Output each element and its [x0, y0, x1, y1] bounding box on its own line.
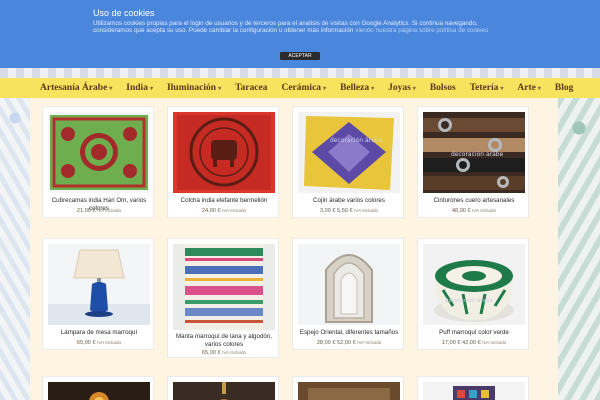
nav-item-label: Blog: [554, 83, 574, 93]
product-name[interactable]: Puff marroquí color verde: [420, 329, 528, 337]
nav-item-label: Iluminación: [166, 83, 217, 93]
vat-label: IVA Incluido: [97, 208, 122, 213]
right-tile-decoration: [558, 98, 600, 400]
chevron-down-icon: ▾: [412, 85, 416, 92]
product-card[interactable]: Espejo Oriental, diferentes tamaños 28,0…: [292, 238, 404, 350]
nav-item-label: Tetería: [469, 83, 499, 93]
product-image-belts[interactable]: decoración árabe: [423, 112, 525, 193]
product-card[interactable]: Cubrecamas india Hari Om, varios colores…: [42, 106, 154, 218]
chevron-down-icon: ▾: [109, 85, 113, 92]
product-image-table-lamp[interactable]: [48, 244, 150, 325]
product-price: 65,00 € IVA Incluido: [45, 340, 153, 346]
cookie-title: Uso de cookies: [93, 8, 155, 18]
product-card[interactable]: [417, 376, 529, 400]
product-image-cushion[interactable]: decoración árabe: [298, 112, 400, 193]
watermark-text: decoración árabe: [451, 151, 504, 158]
nav-item-label: Artesanía Árabe: [40, 83, 108, 93]
price-value: 48,00 €: [451, 208, 471, 214]
product-image-green-pouf[interactable]: decoración árabe: [423, 244, 525, 325]
chevron-down-icon: ▾: [323, 85, 327, 92]
nav-item-label: Taracea: [235, 83, 268, 93]
product-name[interactable]: Cojín árabe varios colores: [295, 197, 403, 205]
product-card[interactable]: decoración árabe Cojín árabe varios colo…: [292, 106, 404, 218]
nav-item-joyas[interactable]: Joyas ▾: [388, 83, 416, 93]
nav-item-label: India: [126, 83, 148, 93]
watermark-text: decoración árabe: [445, 297, 494, 304]
main-nav: Artesanía Árabe ▾ India ▾ Iluminación ▾ …: [0, 78, 600, 98]
nav-item-artesania-arabe[interactable]: Artesanía Árabe ▾: [40, 83, 112, 93]
nav-item-blog[interactable]: Blog: [555, 83, 573, 93]
header-decoration: [0, 68, 600, 78]
price-value: 3,00 € 5,50 €: [319, 208, 353, 214]
product-price: 21,00 € IVA Incluido: [45, 208, 153, 214]
vat-label: IVA Incluido: [97, 340, 122, 345]
product-price: 28,00 € 52,00 € IVA Incluido: [295, 340, 403, 346]
product-price: 65,00 € IVA Incluido: [170, 350, 278, 356]
product-image-elephant-bedspread[interactable]: [173, 112, 275, 193]
product-card[interactable]: [167, 376, 279, 400]
nav-item-bolsos[interactable]: Bolsos: [430, 83, 456, 93]
price-value: 28,00 € 52,00 €: [316, 340, 356, 346]
nav-item-india[interactable]: India ▾: [126, 83, 153, 93]
nav-item-label: Cerámica: [281, 83, 322, 93]
price-value: 21,00 €: [76, 208, 96, 214]
product-grid: Cubrecamas india Hari Om, varios colores…: [30, 98, 558, 400]
product-image-wool-blanket[interactable]: [173, 244, 275, 330]
nav-item-label: Joyas: [388, 83, 411, 93]
product-card[interactable]: [292, 376, 404, 400]
watermark-text: decoración árabe: [330, 137, 383, 144]
product-name[interactable]: Espejo Oriental, diferentes tamaños: [295, 329, 403, 337]
product-image-oriental-mirror[interactable]: [298, 244, 400, 325]
cookie-policy-link[interactable]: viendo nuestra página sobre política de …: [355, 27, 488, 34]
product-image-mosaic-tile[interactable]: [423, 382, 525, 400]
product-card[interactable]: [42, 376, 154, 400]
product-name[interactable]: Colcha india elefante bermellón: [170, 197, 278, 205]
price-value: 24,00 €: [201, 208, 221, 214]
product-card[interactable]: decoración árabe Cinturones cuero artesa…: [417, 106, 529, 218]
nav-item-teteria[interactable]: Tetería ▾: [470, 83, 504, 93]
vat-label: IVA Incluido: [354, 208, 379, 213]
product-image-lantern[interactable]: [48, 382, 150, 400]
product-card[interactable]: Lámpara de mesa marroquí 65,00 € IVA Inc…: [42, 238, 154, 350]
chevron-down-icon: ▾: [218, 85, 222, 92]
product-price: 48,00 € IVA Incluido: [420, 208, 528, 214]
product-card[interactable]: decoración árabe Puff marroquí color ver…: [417, 238, 529, 350]
nav-item-label: Bolsos: [429, 83, 456, 93]
nav-item-taracea[interactable]: Taracea: [235, 83, 267, 93]
nav-item-iluminacion[interactable]: Iluminación ▾: [167, 83, 221, 93]
left-tile-decoration: [0, 98, 30, 400]
product-price: 3,00 € 5,50 € IVA Incluido: [295, 208, 403, 214]
chevron-down-icon: ▾: [537, 85, 541, 92]
cookie-text: Utilizamos cookies propias para el login…: [93, 20, 513, 35]
nav-item-label: Arte: [517, 83, 536, 93]
nav-item-arte[interactable]: Arte ▾: [517, 83, 540, 93]
product-price: 17,00 € 42,00 € IVA Incluido: [420, 340, 528, 346]
nav-item-belleza[interactable]: Belleza ▾: [340, 83, 374, 93]
product-name[interactable]: Lámpara de mesa marroquí: [45, 329, 153, 337]
price-value: 65,00 €: [76, 340, 96, 346]
chevron-down-icon: ▾: [371, 85, 375, 92]
vat-label: IVA Incluido: [222, 350, 247, 355]
vat-label: IVA Incluido: [222, 208, 247, 213]
product-price: 24,00 € IVA Incluido: [170, 208, 278, 214]
nav-item-ceramica[interactable]: Cerámica ▾: [281, 83, 326, 93]
accept-cookies-button[interactable]: ACEPTAR: [280, 52, 320, 60]
nav-item-label: Belleza: [340, 83, 370, 93]
product-image-carved-wood[interactable]: [298, 382, 400, 400]
chevron-down-icon: ▾: [149, 85, 153, 92]
product-image-ceiling-lamp[interactable]: [173, 382, 275, 400]
vat-label: IVA Incluido: [482, 340, 507, 345]
price-value: 65,00 €: [201, 350, 221, 356]
product-image-bedspread-om[interactable]: [48, 112, 150, 193]
vat-label: IVA Incluido: [472, 208, 497, 213]
cookie-banner: Uso de cookies Utilizamos cookies propia…: [0, 0, 600, 68]
vat-label: IVA Incluido: [357, 340, 382, 345]
chevron-down-icon: ▾: [500, 85, 504, 92]
product-card[interactable]: Manta marroquí de lana y algodón, varios…: [167, 238, 279, 358]
price-value: 17,00 € 42,00 €: [441, 340, 481, 346]
product-card[interactable]: Colcha india elefante bermellón 24,00 € …: [167, 106, 279, 218]
product-name[interactable]: Cinturones cuero artesanales: [420, 197, 528, 205]
product-name[interactable]: Manta marroquí de lana y algodón, varios…: [170, 333, 278, 348]
